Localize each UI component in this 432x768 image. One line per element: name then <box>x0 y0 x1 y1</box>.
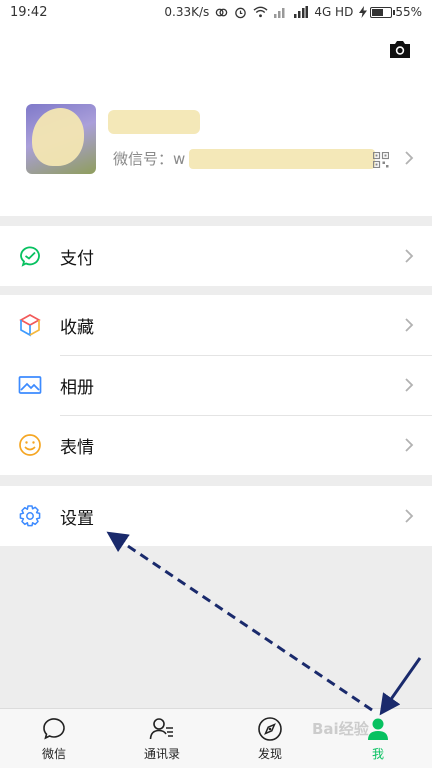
menu-item-album[interactable]: 相册 <box>0 355 432 415</box>
cube-icon <box>19 314 41 337</box>
menu-group-pay: 支付 <box>0 226 432 286</box>
wechat-id-redacted <box>189 148 376 169</box>
menu-item-label: 设置 <box>60 508 94 529</box>
tab-chats[interactable]: 微信 <box>0 709 108 768</box>
chevron-right-icon <box>405 151 414 165</box>
qr-code-icon[interactable] <box>373 152 389 168</box>
status-time: 19:42 <box>10 4 48 20</box>
camera-icon[interactable] <box>388 38 412 60</box>
battery-indicator: 55% <box>359 5 422 19</box>
network-type: 4G HD <box>314 5 354 19</box>
wechat-id-label: 微信号：w <box>113 150 186 168</box>
gear-icon <box>19 505 41 527</box>
wechat-id-row: 微信号：w <box>113 148 376 169</box>
chat-bubble-icon <box>43 717 65 740</box>
battery-fill <box>372 8 384 16</box>
chevron-right-icon <box>405 438 414 452</box>
contacts-icon <box>149 717 173 739</box>
tab-label: 通讯录 <box>143 746 180 761</box>
tab-label: 我 <box>371 746 384 761</box>
sync-icon <box>216 8 228 16</box>
compass-icon <box>258 716 282 741</box>
menu-item-pay[interactable]: 支付 <box>0 226 432 286</box>
avatar-redaction <box>32 108 84 166</box>
menu-item-favorites[interactable]: 收藏 <box>0 295 432 355</box>
tab-discover[interactable]: 发现 <box>216 709 324 768</box>
menu-item-label: 支付 <box>60 248 94 269</box>
tab-label: 发现 <box>257 746 282 761</box>
tab-label: 微信 <box>41 746 66 761</box>
battery-percent: 55% <box>395 5 422 19</box>
tab-contacts[interactable]: 通讯录 <box>108 709 216 768</box>
menu-group-settings: 设置 <box>0 486 432 546</box>
smiley-icon <box>19 434 41 456</box>
solid-pointer-arrow <box>379 657 422 716</box>
wifi-icon <box>253 6 268 18</box>
dashed-pointer-arrow <box>106 531 373 712</box>
signal-icon <box>294 6 309 18</box>
avatar[interactable] <box>26 104 96 174</box>
status-bar: 19:42 0.33K/s 4G HD 55% <box>0 0 432 24</box>
watermark: Bai经验 <box>312 720 369 738</box>
chevron-right-icon <box>405 249 414 263</box>
chevron-right-icon <box>405 318 414 332</box>
charging-icon <box>359 6 368 18</box>
chevron-right-icon <box>405 509 414 523</box>
nickname-redacted <box>108 110 200 134</box>
menu-item-label: 收藏 <box>60 317 94 338</box>
menu-item-stickers[interactable]: 表情 <box>0 415 432 475</box>
menu-item-settings[interactable]: 设置 <box>0 486 432 546</box>
status-indicators: 0.33K/s 4G HD 55% <box>164 5 422 19</box>
alarm-icon <box>235 7 247 18</box>
menu-group-media: 收藏 相册 表情 <box>0 295 432 475</box>
net-speed: 0.33K/s <box>164 5 210 19</box>
menu-item-label: 表情 <box>60 437 94 458</box>
battery-icon <box>370 6 396 18</box>
photo-album-icon <box>18 376 42 394</box>
chevron-right-icon <box>405 378 414 392</box>
menu-item-label: 相册 <box>60 377 94 398</box>
wallet-check-icon <box>20 246 40 267</box>
profile-header[interactable]: 微信号：w <box>0 24 432 216</box>
signal-icon <box>274 8 285 18</box>
